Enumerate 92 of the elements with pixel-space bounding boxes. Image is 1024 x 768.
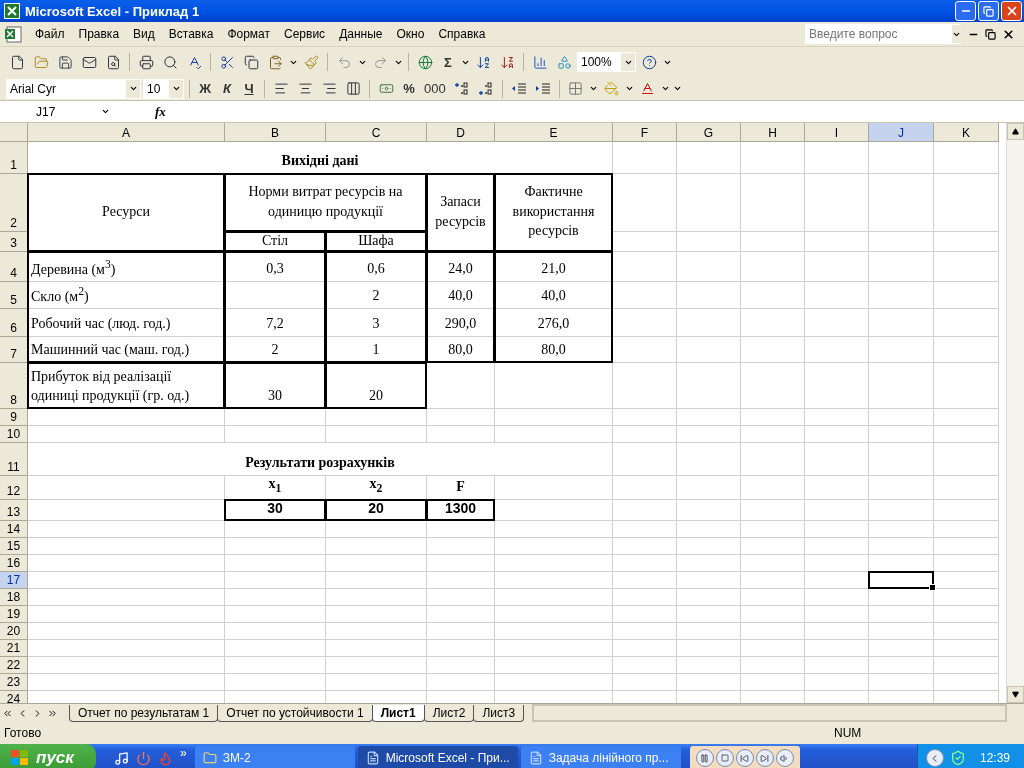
row-header[interactable]: 2	[0, 174, 28, 232]
row-header[interactable]: 4	[0, 252, 28, 282]
function-button[interactable]: fx	[155, 103, 166, 120]
row-header[interactable]: 23	[0, 674, 28, 691]
taskbar-button[interactable]: ЗМ-2	[194, 746, 355, 768]
vertical-scrollbar[interactable]	[1006, 123, 1024, 703]
chevron-left-icon[interactable]	[925, 749, 944, 767]
row-header[interactable]: 17	[0, 572, 28, 589]
workbook-icon[interactable]	[4, 25, 22, 43]
menu-item[interactable]: Сервис	[277, 25, 333, 43]
percent-button[interactable]: %	[399, 77, 419, 100]
sheet-tab[interactable]: Лист3	[473, 704, 525, 722]
pause-icon[interactable]	[695, 749, 714, 767]
folder-icon	[202, 751, 217, 765]
column-header[interactable]: G	[677, 123, 741, 142]
menu-item[interactable]: Данные	[332, 25, 390, 43]
autosum-button[interactable]: Σ	[438, 51, 458, 73]
restore-icon[interactable]	[982, 28, 999, 40]
task-label: ЗМ-2	[222, 751, 251, 765]
row-header[interactable]: 11	[0, 443, 28, 476]
row-header[interactable]: 1	[0, 142, 28, 174]
row-header[interactable]: 14	[0, 521, 28, 538]
row-header[interactable]: 12	[0, 476, 28, 500]
row-header[interactable]: 21	[0, 640, 28, 657]
row-header[interactable]: 10	[0, 426, 28, 443]
row-header[interactable]: 22	[0, 657, 28, 674]
status-text: Готово	[4, 726, 43, 740]
spreadsheet-logo-icon	[4, 3, 20, 19]
minimize-button[interactable]	[955, 1, 976, 21]
shield-check-icon[interactable]	[949, 750, 966, 766]
num-lock-indicator: NUM	[834, 726, 863, 740]
bold-button[interactable]: Ж	[195, 77, 215, 100]
menu-item[interactable]: Окно	[389, 25, 432, 43]
row-header[interactable]: 24	[0, 691, 28, 703]
row-header[interactable]: 15	[0, 538, 28, 555]
row-header[interactable]: 8	[0, 363, 28, 409]
row-header[interactable]: 9	[0, 409, 28, 426]
row-header[interactable]: 18	[0, 589, 28, 606]
row-header[interactable]: 5	[0, 282, 28, 309]
column-header[interactable]: K	[934, 123, 999, 142]
row-header[interactable]: 20	[0, 623, 28, 640]
column-header[interactable]: A	[28, 123, 225, 142]
menu-item[interactable]: Формат	[220, 25, 278, 43]
sheet-tab[interactable]: Лист1	[371, 704, 425, 722]
row-header[interactable]: 6	[0, 309, 28, 337]
clock: 12:39	[979, 751, 1010, 765]
row-header[interactable]: 13	[0, 500, 28, 521]
column-header[interactable]: I	[805, 123, 869, 142]
thousands-button[interactable]: 000	[421, 77, 449, 100]
task-label: Задача лінійного пр...	[548, 751, 669, 765]
row-header[interactable]: 3	[0, 232, 28, 252]
scroll-down-icon[interactable]	[1007, 686, 1024, 703]
taskbar-button[interactable]: Задача лінійного пр...	[520, 746, 681, 768]
column-header[interactable]: E	[495, 123, 613, 142]
horizontal-scrollbar[interactable]	[532, 704, 1007, 722]
column-header[interactable]: C	[326, 123, 427, 142]
window-title: Microsoft Excel - Приклад 1	[25, 3, 201, 19]
menu-item[interactable]: Справка	[431, 25, 493, 43]
row-header[interactable]: 19	[0, 606, 28, 623]
scroll-up-icon[interactable]	[1007, 123, 1024, 140]
document-icon	[528, 751, 543, 765]
cell-cursor	[868, 571, 934, 589]
menu-item[interactable]: Файл	[28, 25, 72, 43]
sheet-tab[interactable]: Отчет по результатам 1	[69, 704, 219, 722]
name-box[interactable]: J17	[0, 102, 110, 121]
font-dropdown[interactable]: Arial Cyr	[6, 78, 141, 99]
row-header[interactable]: 16	[0, 555, 28, 572]
stop-icon[interactable]	[715, 749, 734, 767]
column-header[interactable]: J	[869, 123, 934, 142]
column-header[interactable]: H	[741, 123, 805, 142]
restore-icon	[983, 5, 994, 17]
menu-item[interactable]: Вставка	[161, 25, 221, 43]
italic-button[interactable]: К	[217, 77, 237, 100]
menu-item[interactable]: Правка	[71, 25, 127, 43]
taskbar-button[interactable]: Microsoft Excel - При...	[357, 746, 518, 768]
column-header[interactable]: B	[225, 123, 326, 142]
document-icon	[365, 751, 380, 765]
row-header[interactable]: 7	[0, 337, 28, 363]
zoom-dropdown[interactable]: 100%	[577, 52, 636, 72]
sheet-tab[interactable]: Отчет по устойчивости 1	[217, 704, 373, 722]
column-header[interactable]: F	[613, 123, 677, 142]
more-button[interactable]: »	[180, 746, 187, 760]
menu-item[interactable]: Вид	[126, 25, 162, 43]
help-search-field[interactable]: Введите вопрос	[805, 24, 961, 44]
close-button[interactable]	[1001, 1, 1022, 21]
underline-button[interactable]: Ч	[239, 77, 259, 100]
restore-button[interactable]	[978, 1, 999, 21]
volume-icon[interactable]	[775, 749, 794, 767]
font-size-dropdown[interactable]: 10	[143, 78, 184, 99]
column-header[interactable]: D	[427, 123, 495, 142]
task-label: Microsoft Excel - При...	[385, 751, 510, 765]
windows-logo-icon	[10, 749, 30, 767]
